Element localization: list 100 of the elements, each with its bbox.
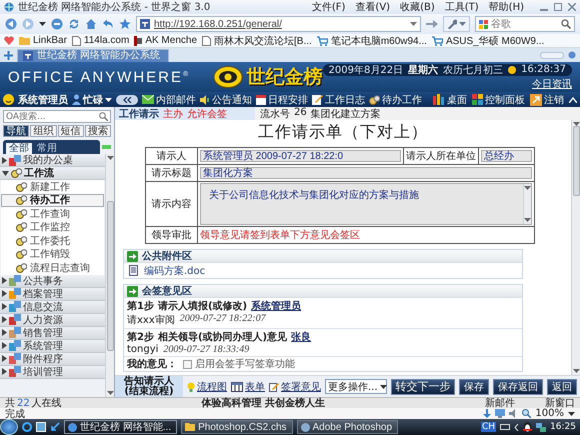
menu-item[interactable]: 工作销毁 xyxy=(1,248,104,261)
approval-note: 领导意见请签到表单下方意见会签区 xyxy=(198,226,534,244)
sidebar-tab[interactable]: 组织 xyxy=(30,125,56,137)
form-title: 工作请示单（下对上） xyxy=(257,122,429,143)
more-actions-select[interactable]: 更多操作... xyxy=(325,379,387,394)
toolbar-item[interactable]: 公告通知 xyxy=(200,92,252,106)
sidebar-subtab[interactable]: 常用 xyxy=(34,143,60,154)
file-link[interactable]: 编码方案.doc xyxy=(144,264,206,278)
user-link[interactable]: 系统管理员 xyxy=(251,299,302,313)
status-link[interactable]: 新窗口 xyxy=(545,396,575,410)
status-link[interactable]: 新邮件 xyxy=(485,396,515,410)
menu-item[interactable]: 工作查询 xyxy=(1,207,104,220)
timestamp: 2009-07-27 18:33:49 xyxy=(163,344,250,355)
bookmark[interactable]: 笔记本电脑m60w94... xyxy=(316,34,427,48)
menu-category[interactable]: 人力资源 xyxy=(0,314,105,326)
serial-number: 26 xyxy=(294,106,307,120)
bookmark[interactable]: LinkBar xyxy=(19,35,67,46)
menu-item[interactable]: 文件(F) xyxy=(312,0,346,14)
panel-header: 公共附件区 xyxy=(124,250,522,263)
status-menu[interactable]: 忙碌 xyxy=(72,92,112,106)
content-field[interactable]: 关于公司信息化技术与集团化对应的方案与措施 xyxy=(200,183,532,225)
permission-label: 允许会签 xyxy=(187,108,227,120)
work-type: 工作请示 xyxy=(119,108,159,120)
step-label: 第2步 xyxy=(127,330,154,344)
step-label: 第1步 xyxy=(127,300,154,313)
flow-name: 集团化建立方案 xyxy=(310,108,381,120)
user-link[interactable]: 张良 xyxy=(291,330,312,344)
sidebar-subtab[interactable]: 全部 xyxy=(6,143,32,154)
menu-item[interactable]: 流程日志查询 xyxy=(1,261,104,274)
action-button[interactable]: 保存返回 xyxy=(493,378,543,394)
menu-category[interactable]: 我的办公桌 xyxy=(0,154,105,167)
role-label: 主办 xyxy=(163,108,183,120)
menu-category[interactable]: 档案管理 xyxy=(0,288,105,300)
input-method[interactable]: CH xyxy=(481,422,496,432)
window-title: 世纪金榜 网络智能办公系统 - 世界之窗 3.0 xyxy=(18,0,210,14)
sidebar-tab[interactable]: 搜索 xyxy=(84,125,111,137)
menu-category[interactable]: 系统管理 xyxy=(0,340,105,352)
my-opinion-label: 我的意见： xyxy=(127,358,177,371)
toolbar-item[interactable]: 控制面板 xyxy=(472,92,525,106)
toolbar-item[interactable]: 待办工作 xyxy=(369,92,422,106)
taskbar-button[interactable]: Adobe Photoshop xyxy=(296,420,398,434)
search-field[interactable]: 谷歌 xyxy=(475,16,575,32)
comment: 请xxx审阅 xyxy=(127,314,175,327)
forward-button[interactable]: 转交下一步 xyxy=(391,378,455,394)
comment: tongyi xyxy=(127,344,158,355)
field-label: 领导审批 xyxy=(146,226,198,244)
bookmark[interactable]: 雨林木风交流论坛[B... xyxy=(202,34,312,48)
taskbar-button[interactable]: Photoshop.CS2.chs xyxy=(181,420,293,434)
bookmark[interactable]: AK Menche xyxy=(134,35,198,46)
menu-item[interactable]: 工作委托 xyxy=(1,234,104,248)
address-bar[interactable]: http://192.168.0.251/general/ xyxy=(136,16,421,32)
toolbar-item[interactable]: 注销 xyxy=(530,92,564,106)
subject-field[interactable]: 集团化方案 xyxy=(200,167,532,179)
date-panel: 2009年8月22日 星期六 农历七月初三 16:28:37 xyxy=(322,64,572,76)
field-label: 请示标题 xyxy=(146,164,198,182)
menu-item[interactable]: 新建工作 xyxy=(1,180,104,194)
menu-item[interactable]: 收藏(B) xyxy=(400,0,435,14)
checkbox-label: 启用会签手写签章功能 xyxy=(195,358,295,371)
menu-category[interactable]: 工作流 xyxy=(0,167,105,180)
menu-item[interactable]: 工作监控 xyxy=(1,220,104,234)
user-name: 系统管理员 xyxy=(18,94,68,106)
menu-item[interactable]: 查看(V) xyxy=(355,0,390,14)
step-name: 请示人填报(或修改) xyxy=(158,300,248,313)
zoom-level[interactable]: 100% xyxy=(535,408,564,419)
field-label: 请示人 xyxy=(146,148,198,164)
search-input[interactable]: 谷歌 xyxy=(491,18,558,30)
slogan: 体验高科管理 共创金榜人生 xyxy=(202,396,326,410)
menu-category[interactable]: 附件程序 xyxy=(0,352,105,366)
menu-category[interactable]: 公共事务 xyxy=(0,274,105,288)
toolbar-item[interactable]: 日程安排 xyxy=(256,92,308,106)
menu-category[interactable]: 信息交流 xyxy=(0,300,105,314)
toolbar-item[interactable]: 内部邮件 xyxy=(142,92,196,106)
action-button[interactable]: 返回 xyxy=(547,378,577,394)
menu-item[interactable]: 待办工作 xyxy=(1,194,104,207)
bookmark[interactable]: 114la.com xyxy=(72,35,130,46)
notify-button[interactable]: 告知请示人 (结束流程) xyxy=(115,376,183,398)
toolbar-item[interactable]: 工作日志 xyxy=(312,92,365,106)
requester-field[interactable]: 系统管理员 2009-07-27 18:22:0 xyxy=(200,150,402,162)
online-count: 共 22 人在线 xyxy=(5,396,62,409)
news-link[interactable]: 今日资讯 xyxy=(532,76,572,90)
browser-tab[interactable]: 世纪金榜 网络智能办公系统 xyxy=(17,49,170,62)
taskbar-button[interactable]: 世纪金榜 网络智能... xyxy=(64,420,178,434)
sidebar-tab[interactable]: 短信 xyxy=(58,125,84,137)
menu-category[interactable]: 销售管理 xyxy=(0,326,105,340)
field-label: 请示内容 xyxy=(146,182,198,226)
timestamp: 2009-07-27 18:22:07 xyxy=(180,313,266,326)
menu-item[interactable]: 帮助(H) xyxy=(488,0,524,14)
panel-header: 会签意见区 xyxy=(124,285,522,298)
action-button[interactable]: 保存 xyxy=(459,378,489,394)
bookmark[interactable]: ASUS_华硕 M60W9... xyxy=(432,34,544,48)
field-label: 请示人所在单位 xyxy=(404,148,479,164)
clock: 16:25 xyxy=(550,422,576,432)
menu-item[interactable]: 工具(T) xyxy=(444,0,479,14)
department-field[interactable]: 总经办 xyxy=(481,150,532,162)
browser-status: 完成 xyxy=(5,408,25,420)
sidebar-tab[interactable]: 导航 xyxy=(3,125,30,137)
menu-category[interactable]: 培训管理 xyxy=(0,366,105,378)
flowchart-link[interactable]: 流程图 xyxy=(187,380,227,394)
toolbar-item[interactable]: 桌面 xyxy=(433,92,467,106)
form-link[interactable]: 表单 xyxy=(231,380,265,394)
